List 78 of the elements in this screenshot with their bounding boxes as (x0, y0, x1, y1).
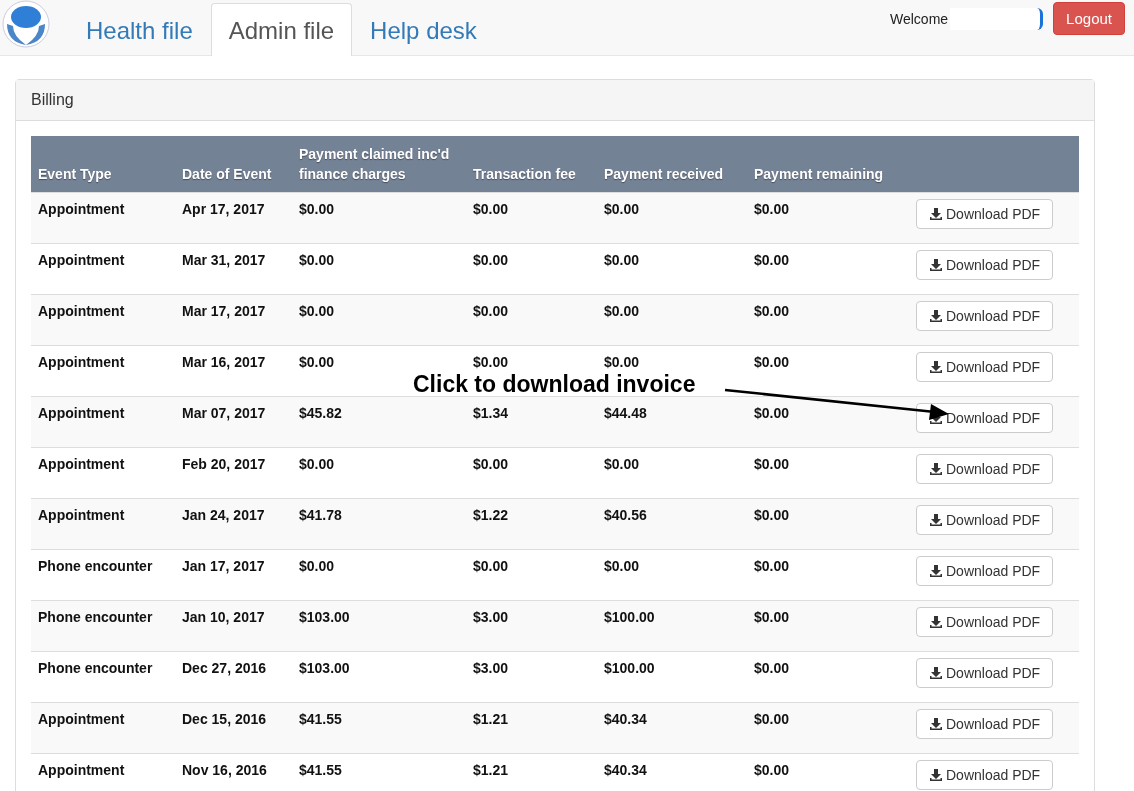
column-header: Payment claimed inc'd finance charges (292, 136, 466, 193)
download-icon (929, 564, 943, 578)
table-cell: Mar 07, 2017 (175, 396, 292, 448)
table-cell: $100.00 (597, 600, 747, 652)
table-cell: $0.00 (747, 753, 908, 791)
download-button[interactable]: Download PDF (916, 352, 1054, 382)
table-cell: $40.34 (597, 702, 747, 754)
nav-tab[interactable]: Help desk (352, 3, 495, 56)
column-header: Date of Event (175, 136, 292, 193)
table-cell: Appointment (31, 702, 175, 754)
table-cell: $0.00 (747, 498, 908, 550)
download-button[interactable]: Download PDF (916, 505, 1054, 535)
download-icon (929, 615, 943, 629)
table-cell: Appointment (31, 192, 175, 244)
table-cell: $1.21 (466, 702, 597, 754)
table-cell: $40.34 (597, 753, 747, 791)
download-icon (929, 462, 943, 476)
table-cell: $40.56 (597, 498, 747, 550)
table-cell: $44.48 (597, 396, 747, 448)
download-button[interactable]: Download PDF (916, 658, 1054, 688)
download-icon (929, 768, 943, 782)
table-cell: Jan 24, 2017 (175, 498, 292, 550)
table-cell: $41.78 (292, 498, 466, 550)
table-cell: $1.22 (466, 498, 597, 550)
download-icon (929, 207, 943, 221)
table-cell: $3.00 (466, 600, 597, 652)
download-button[interactable]: Download PDF (916, 556, 1054, 586)
logout-button[interactable]: Logout (1053, 2, 1125, 35)
nav-tab[interactable]: Health file (68, 3, 211, 56)
table-cell: Appointment (31, 498, 175, 550)
table-cell: Appointment (31, 753, 175, 791)
download-icon (929, 309, 943, 323)
table-cell: $0.00 (747, 294, 908, 346)
download-button[interactable]: Download PDF (916, 199, 1054, 229)
annotation-text: Click to download invoice (413, 371, 696, 398)
download-icon (929, 513, 943, 527)
table-cell: $0.00 (292, 192, 466, 244)
download-icon (929, 666, 943, 680)
table-cell: $0.00 (292, 294, 466, 346)
download-button[interactable]: Download PDF (916, 250, 1054, 280)
column-header: Payment received (597, 136, 747, 193)
table-cell: $1.34 (466, 396, 597, 448)
table-cell: $0.00 (747, 192, 908, 244)
column-header: Event Type (31, 136, 175, 193)
table-cell: Appointment (31, 396, 175, 448)
table-cell: Nov 16, 2016 (175, 753, 292, 791)
panel-title: Billing (16, 80, 1094, 121)
table-cell: $0.00 (747, 600, 908, 652)
table-cell: $0.00 (597, 294, 747, 346)
table-cell: $41.55 (292, 702, 466, 754)
download-button[interactable]: Download PDF (916, 454, 1054, 484)
table-cell: Phone encounter (31, 600, 175, 652)
download-button[interactable]: Download PDF (916, 709, 1054, 739)
column-header: Payment remaining (747, 136, 908, 193)
download-icon (929, 360, 943, 374)
table-cell: $0.00 (747, 702, 908, 754)
table-cell: Mar 17, 2017 (175, 294, 292, 346)
table-cell: Appointment (31, 294, 175, 346)
welcome-text: Welcome (890, 10, 949, 27)
table-cell: Apr 17, 2017 (175, 192, 292, 244)
nav-tab[interactable]: Admin file (210, 3, 353, 56)
column-header: Transaction fee (466, 136, 597, 193)
table-cell: $41.55 (292, 753, 466, 791)
table-cell: $103.00 (292, 600, 466, 652)
download-button[interactable]: Download PDF (916, 607, 1054, 637)
download-button[interactable]: Download PDF (916, 301, 1054, 331)
download-button[interactable]: Download PDF (916, 403, 1054, 433)
download-icon (929, 258, 943, 272)
table-cell: $0.00 (466, 192, 597, 244)
table-cell: Dec 15, 2016 (175, 702, 292, 754)
table-cell: $1.21 (466, 753, 597, 791)
download-icon (929, 717, 943, 731)
table-cell: $0.00 (466, 294, 597, 346)
table-cell: $0.00 (747, 396, 908, 448)
table-cell: $0.00 (597, 192, 747, 244)
download-button[interactable]: Download PDF (916, 760, 1054, 790)
table-cell: Jan 10, 2017 (175, 600, 292, 652)
table-cell: $45.82 (292, 396, 466, 448)
